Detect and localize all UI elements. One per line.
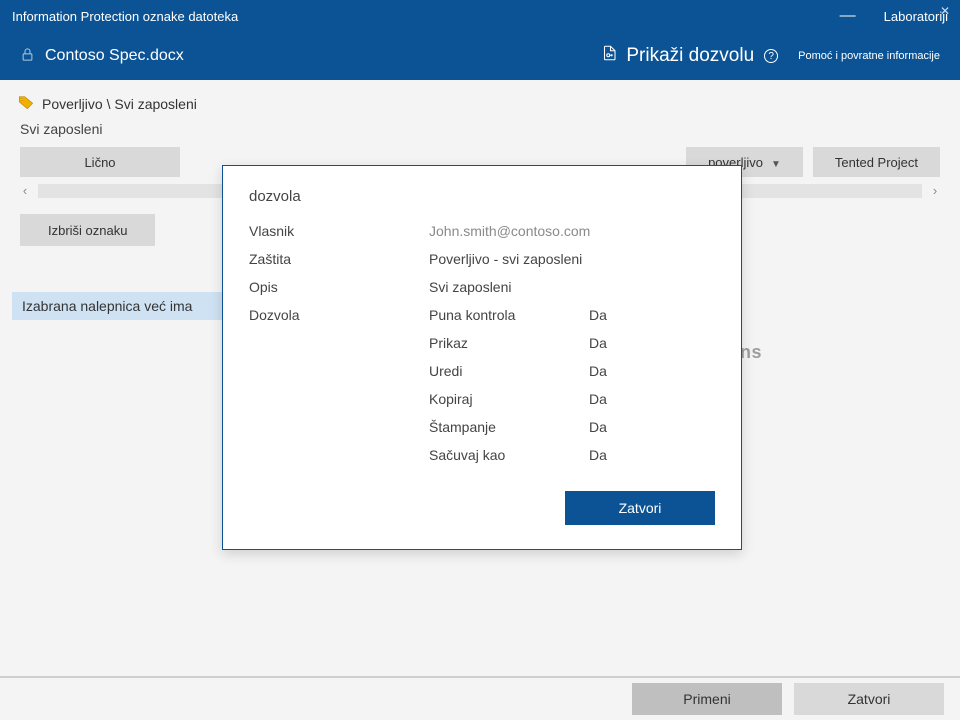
permission-list: Puna kontrolaDaPrikazDaUrediDaKopirajDaŠ… (429, 307, 607, 463)
close-button[interactable]: Zatvori (794, 683, 944, 715)
help-icon: ? (764, 49, 778, 63)
page-key-icon (600, 43, 618, 69)
description-label: Opis (249, 279, 429, 295)
permission-value: Da (589, 307, 607, 323)
apply-button[interactable]: Primeni (632, 683, 782, 715)
delete-label-button[interactable]: Izbriši oznaku (20, 214, 155, 246)
owner-value: John.smith@contoso.com (429, 223, 715, 239)
lock-icon (20, 46, 35, 67)
show-permission-label: Prikaži dozvolu (626, 45, 754, 67)
app-title: Information Protection oznake datoteka (12, 9, 238, 24)
selected-label-msg: Izabrana nalepnica već ima (12, 292, 232, 320)
permission-name: Puna kontrola (429, 307, 589, 323)
permission-name: Uredi (429, 363, 589, 379)
permission-name: Sačuvaj kao (429, 447, 589, 463)
permission-row: Sačuvaj kaoDa (429, 447, 607, 463)
permission-value: Da (589, 447, 607, 463)
label-tented[interactable]: Tented Project (813, 147, 940, 177)
breadcrumb-text: Poverljivo \ Svi zaposleni (42, 96, 197, 112)
footer: Primeni Zatvori (0, 676, 960, 720)
scroll-right-icon[interactable]: › (928, 183, 942, 198)
permission-dialog: dozvola Vlasnik John.smith@contoso.com Z… (222, 165, 742, 550)
protection-label: Zaštita (249, 251, 429, 267)
document-bar: Contoso Spec.docx Prikaži dozvolu ? Pomo… (0, 32, 960, 80)
background-text: ns (740, 342, 762, 363)
permission-name: Prikaz (429, 335, 589, 351)
permission-row: UrediDa (429, 363, 607, 379)
permission-value: Da (589, 391, 607, 407)
dialog-close-button[interactable]: Zatvori (565, 491, 715, 525)
permission-label: Dozvola (249, 307, 429, 463)
dialog-title: dozvola (249, 188, 715, 205)
description-value: Svi zaposleni (429, 279, 715, 295)
section-heading: Svi zaposleni (0, 121, 960, 147)
app-window: Information Protection oznake datoteka —… (0, 0, 960, 720)
chevron-down-icon: ▼ (771, 159, 781, 170)
permission-value: Da (589, 363, 607, 379)
label-licno[interactable]: Lično (20, 147, 180, 177)
filename: Contoso Spec.docx (45, 47, 184, 65)
lab-label: Laboratoriji (884, 9, 948, 24)
permission-name: Kopiraj (429, 391, 589, 407)
permission-row: KopirajDa (429, 391, 607, 407)
owner-label: Vlasnik (249, 223, 429, 239)
permission-value: Da (589, 335, 607, 351)
breadcrumb: Poverljivo \ Svi zaposleni (0, 80, 960, 121)
permission-row: Puna kontrolaDa (429, 307, 607, 323)
scroll-left-icon[interactable]: ‹ (18, 183, 32, 198)
minimize-button[interactable]: — (838, 7, 858, 25)
show-permission-button[interactable]: Prikaži dozvolu ? (600, 43, 778, 69)
permission-value: Da (589, 419, 607, 435)
permission-row: ŠtampanjeDa (429, 419, 607, 435)
permission-name: Štampanje (429, 419, 589, 435)
title-bar: Information Protection oznake datoteka —… (0, 0, 960, 32)
permission-row: PrikazDa (429, 335, 607, 351)
protection-value: Poverljivo - svi zaposleni (429, 251, 715, 267)
close-window-icon[interactable]: ✕ (940, 4, 950, 18)
help-link[interactable]: Pomoć i povratne informacije (798, 50, 940, 62)
tag-icon (18, 94, 34, 113)
